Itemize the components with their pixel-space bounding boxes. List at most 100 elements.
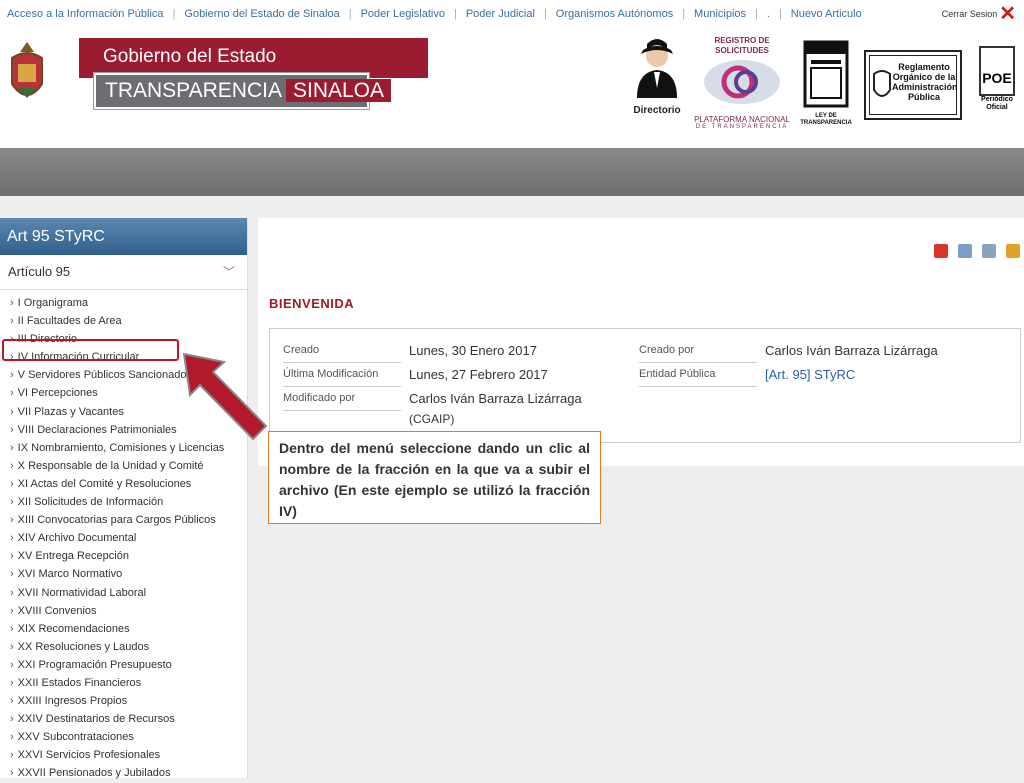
- nav-municipios[interactable]: Municipios: [694, 8, 746, 20]
- sidebar-item-label: XVII Normatividad Laboral: [17, 586, 147, 599]
- reglamento-organico-link[interactable]: Reglamento Orgánico de la Administración…: [864, 50, 962, 120]
- person-icon: [637, 39, 677, 98]
- sidebar-title: Art 95 STyRC: [0, 218, 247, 255]
- creado-value: Lunes, 30 Enero 2017: [409, 343, 537, 358]
- plataforma-label: PLATAFORMA NACIONAL: [694, 115, 790, 124]
- sidebar-item-label: IX Nombramiento, Comisiones y Licencias: [17, 441, 225, 454]
- plataforma-sub-label: DE TRANSPARENCIA: [695, 124, 789, 130]
- sidebar-item[interactable]: › XIV Archivo Documental: [0, 529, 247, 547]
- sidebar-item[interactable]: › XVIII Convenios: [0, 602, 247, 620]
- banner-sinaloa-text: SINALOA: [285, 79, 392, 102]
- ley-label: LEY DE TRANSPARENCIA: [800, 113, 852, 126]
- modificacion-value: Lunes, 27 Febrero 2017: [409, 367, 548, 382]
- sidebar-item[interactable]: › XXIII Ingresos Propios: [0, 692, 247, 710]
- sidebar-item[interactable]: › I Organigrama: [0, 294, 247, 312]
- sidebar-item[interactable]: › XXII Estados Financieros: [0, 674, 247, 692]
- sidebar-item-label: VIII Declaraciones Patrimoniales: [17, 423, 177, 436]
- sidebar: Art 95 STyRC Artículo 95 ﹀ › I Organigram…: [0, 218, 248, 779]
- sidebar-item-label: XXVI Servicios Profesionales: [17, 749, 161, 762]
- modificado-label: Modificado por: [283, 392, 401, 411]
- directorio-label: Directorio: [633, 105, 681, 116]
- sidebar-item-label: XVI Marco Normativo: [17, 568, 123, 581]
- close-icon: ✕: [999, 3, 1016, 25]
- sidebar-item-label: XII Solicitudes de Información: [17, 496, 164, 509]
- main-content: BIENVENIDA Creado Lunes, 30 Enero 2017 Ú…: [258, 218, 1024, 466]
- periodico-oficial-link[interactable]: POE Periódico Oficial: [976, 46, 1018, 112]
- entidad-link[interactable]: [Art. 95] STyRC: [765, 367, 855, 382]
- top-nav-links: Acceso a la Información Pública | Gobierno…: [7, 8, 862, 20]
- ley-transparencia-link[interactable]: LEY DE TRANSPARENCIA: [800, 36, 852, 127]
- sidebar-item-label: XI Actas del Comité y Resoluciones: [17, 477, 192, 490]
- creado-por-value: Carlos Iván Barraza Lizárraga: [765, 343, 938, 358]
- sidebar-item[interactable]: › XXI Programación Presupuesto: [0, 656, 247, 674]
- sidebar-item-label: II Facultades de Area: [17, 315, 122, 328]
- sidebar-item-label: XXII Estados Financieros: [17, 676, 142, 689]
- sidebar-item[interactable]: › XIX Recomendaciones: [0, 620, 247, 638]
- sidebar-item-label: I Organigrama: [17, 297, 88, 309]
- article-tools: [934, 244, 1020, 258]
- sidebar-item[interactable]: › XXVI Servicios Profesionales: [0, 746, 247, 764]
- sidebar-item[interactable]: › XXV Subcontrataciones: [0, 728, 247, 746]
- banner-transparencia[interactable]: TRANSPARENCIA SINALOA: [94, 73, 392, 109]
- sidebar-item[interactable]: › II Facultades de Area: [0, 312, 247, 330]
- page-title: BIENVENIDA: [269, 296, 355, 311]
- sidebar-item-label: XIV Archivo Documental: [17, 532, 137, 545]
- edit-icon[interactable]: [1006, 244, 1020, 258]
- sidebar-item-label: VI Percepciones: [17, 387, 98, 400]
- poe-label: Periódico Oficial: [981, 96, 1013, 111]
- poe-box: POE: [979, 46, 1015, 96]
- sidebar-item-label: XVIII Convenios: [17, 604, 97, 617]
- entidad-label: Entidad Pública: [639, 368, 757, 387]
- sidebar-item-label: X Responsable de la Unidad y Comité: [17, 459, 204, 472]
- nav-dot[interactable]: .: [767, 8, 770, 20]
- creado-label: Creado: [283, 344, 401, 363]
- book-icon: [803, 40, 849, 108]
- article-info-panel: Creado Lunes, 30 Enero 2017 Última Modif…: [269, 328, 1021, 443]
- instruction-callout: Dentro del menú seleccione dando un clic…: [268, 431, 601, 524]
- header: Gobierno del Estado TRANSPARENCIA SINALOA…: [0, 30, 1024, 148]
- sidebar-item[interactable]: › X Responsable de la Unidad y Comité: [0, 457, 247, 475]
- sidebar-item[interactable]: › XXIV Destinatarios de Recursos: [0, 710, 247, 728]
- top-navigation: Acceso a la Información Pública | Gobierno…: [0, 0, 1024, 30]
- sidebar-item[interactable]: › XX Resoluciones y Laudos: [0, 638, 247, 656]
- registro-solicitudes-link[interactable]: REGISTRO DE SOLICITUDES PLATAFORMA NACIO…: [694, 36, 790, 130]
- creado-por-label: Creado por: [639, 344, 757, 363]
- sidebar-item[interactable]: › XII Solicitudes de Información: [0, 493, 247, 511]
- nav-organismos-autonomos[interactable]: Organismos Autónomos: [556, 8, 673, 20]
- logout-button[interactable]: Cerrar Sesion ✕: [941, 3, 1016, 25]
- reglamento-label: Reglamento Orgánico de la Administración…: [892, 62, 958, 102]
- nav-nuevo-articulo[interactable]: Nuevo Articulo: [791, 8, 862, 20]
- gray-separator-bar: [0, 148, 1024, 196]
- modificado-value: Carlos Iván Barraza Lizárraga: [409, 391, 582, 406]
- sidebar-section-articulo-95[interactable]: Artículo 95 ﹀: [0, 255, 247, 290]
- print-icon[interactable]: [982, 244, 996, 258]
- nav-gobierno-estado[interactable]: Gobierno del Estado de Sinaloa: [184, 8, 339, 20]
- sidebar-item-label: XXIV Destinatarios de Recursos: [17, 713, 175, 726]
- sidebar-item[interactable]: › XIII Convocatorias para Cargos Públicos: [0, 511, 247, 529]
- section-label: Artículo 95: [8, 264, 71, 279]
- sidebar-item-label: XIII Convocatorias para Cargos Públicos: [17, 514, 216, 527]
- sidebar-item-label: XXIII Ingresos Propios: [17, 695, 128, 708]
- sidebar-item[interactable]: › XXVII Pensionados y Jubilados: [0, 764, 247, 782]
- logout-label: Cerrar Sesion: [941, 9, 998, 19]
- nav-poder-legislativo[interactable]: Poder Legislativo: [361, 8, 445, 20]
- sidebar-item-label: XXI Programación Presupuesto: [17, 658, 172, 671]
- email-icon[interactable]: [958, 244, 972, 258]
- chevron-down-icon: ﹀: [222, 265, 235, 279]
- sidebar-item-label: VII Plazas y Vacantes: [17, 405, 124, 418]
- nav-acceso-informacion[interactable]: Acceso a la Información Pública: [7, 8, 164, 20]
- directorio-link[interactable]: Directorio: [627, 36, 687, 116]
- pdf-icon[interactable]: [934, 244, 948, 258]
- registro-label: REGISTRO DE SOLICITUDES: [714, 36, 770, 55]
- banner-transparencia-text: TRANSPARENCIA: [105, 79, 282, 102]
- sidebar-item-label: XIX Recomendaciones: [17, 622, 130, 635]
- sidebar-item[interactable]: › XV Entrega Recepción: [0, 547, 247, 565]
- sidebar-item[interactable]: › XVI Marco Normativo: [0, 565, 247, 583]
- sidebar-item[interactable]: › XVII Normatividad Laboral: [0, 584, 247, 602]
- modificado-value-entity: (CGAIP): [409, 412, 455, 426]
- nav-poder-judicial[interactable]: Poder Judicial: [466, 8, 535, 20]
- sidebar-item-label: XV Entrega Recepción: [17, 550, 129, 563]
- banner-gobierno: Gobierno del Estado: [79, 38, 428, 78]
- modificacion-label: Última Modificación: [283, 368, 401, 387]
- sidebar-item[interactable]: › XI Actas del Comité y Resoluciones: [0, 475, 247, 493]
